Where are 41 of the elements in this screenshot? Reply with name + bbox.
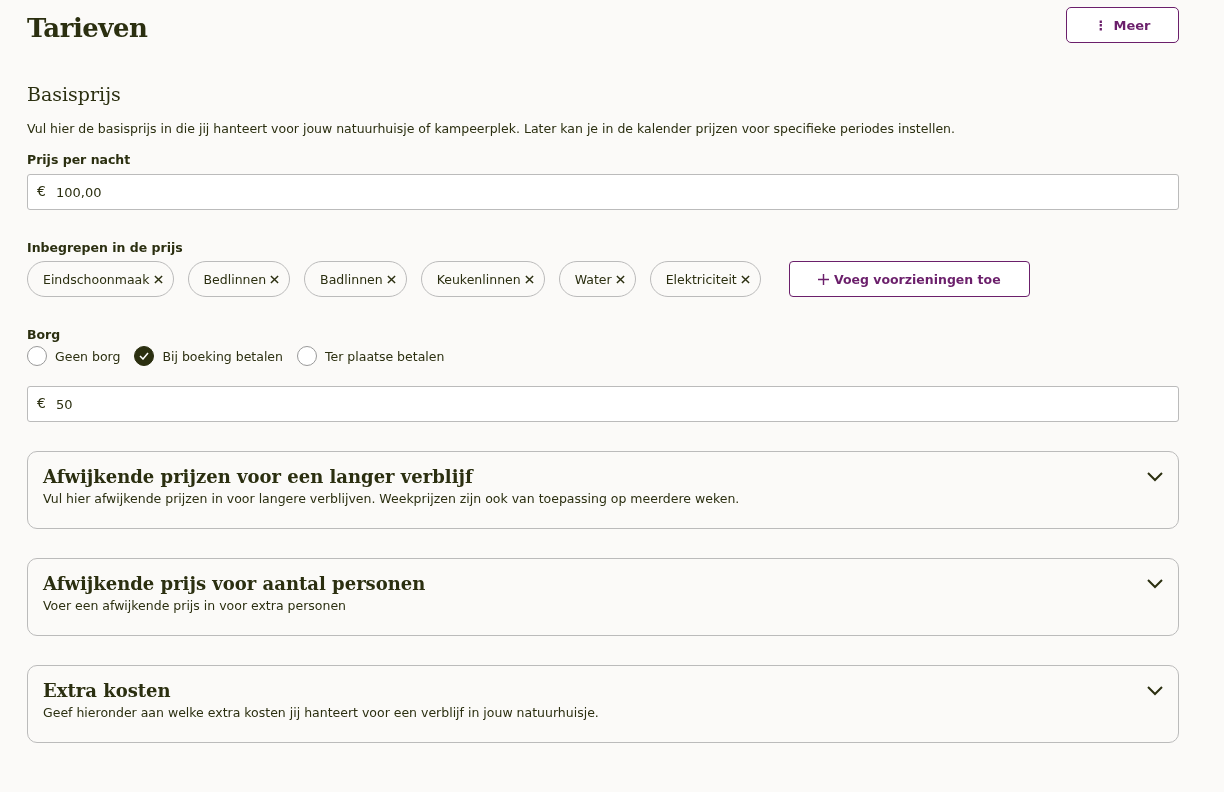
chevron-icon[interactable] xyxy=(1147,472,1163,482)
panel-description: Vul hier afwijkende prijzen in voor langere verblijven. Weekprijzen zijn ook van toepassing op meerdere weken. xyxy=(43,491,740,506)
section-heading: Basisprijs xyxy=(27,83,122,105)
amenity-chip[interactable]: Elektriciteit xyxy=(649,261,761,297)
panel-title: Extra kosten xyxy=(43,680,172,701)
close-icon[interactable] xyxy=(524,274,534,284)
chevron-icon[interactable] xyxy=(1147,579,1163,589)
close-icon[interactable] xyxy=(270,274,280,284)
close-icon[interactable] xyxy=(740,274,750,284)
amenity-chip[interactable]: Keukenlinnen xyxy=(420,261,545,297)
radio-circle[interactable] xyxy=(297,346,317,366)
add-amenities-button[interactable]: Voeg voorzieningen toe xyxy=(788,261,1030,297)
deposit-radio[interactable]: Geen borg xyxy=(27,346,121,366)
close-icon[interactable] xyxy=(615,274,625,284)
panel-description: Geef hieronder aan welke extra kosten jij hanteert voor een verblijf in jouw natuurhuisje. xyxy=(43,705,599,720)
currency-symbol: € xyxy=(37,395,46,411)
panel-title: Afwijkende prijs voor aantal personen xyxy=(43,573,426,594)
chevron-icon[interactable] xyxy=(1147,686,1163,696)
accordion-panel[interactable]: Afwijkende prijzen voor een langer verblijf Vul hier afwijkende prijzen in voor langere verblijven. Weekprijzen zijn ook van toepassing op meerdere weken. xyxy=(27,451,1179,529)
panel-title: Afwijkende prijzen voor een langer verblijf xyxy=(43,466,475,487)
close-icon[interactable] xyxy=(153,274,163,284)
deposit-radio[interactable]: Bij boeking betalen xyxy=(134,346,283,366)
field-label: Borg xyxy=(27,327,62,342)
field-label: Prijs per nacht xyxy=(27,152,132,167)
amenity-chip[interactable]: Water xyxy=(558,261,636,297)
accordion-panel[interactable]: Afwijkende prijs voor aantal personen Voer een afwijkende prijs in voor extra personen xyxy=(27,558,1179,636)
deposit-radio[interactable]: Ter plaatse betalen xyxy=(297,346,445,366)
close-icon[interactable] xyxy=(386,274,396,284)
field-label: Inbegrepen in de prijs xyxy=(27,240,184,255)
amenity-chip[interactable]: Badlinnen xyxy=(304,261,407,297)
page-title: Tarieven xyxy=(27,13,148,43)
panel-description: Voer een afwijkende prijs in voor extra personen xyxy=(43,598,347,613)
plus-icon xyxy=(817,273,829,285)
accordion-panel[interactable]: Extra kosten Geef hieronder aan welke extra kosten jij hanteert voor een verblijf in jouw natuurhuisje. xyxy=(27,665,1179,743)
radio-circle[interactable] xyxy=(27,346,47,366)
amenity-chip[interactable]: Bedlinnen xyxy=(187,261,291,297)
amenity-chip[interactable]: Eindschoonmaak xyxy=(27,261,174,297)
section-description: Vul hier de basisprijs in die jij hanteert voor jouw natuurhuisje of kampeerplek. Later kan je in de kalender prijzen voor specifieke periodes instellen. xyxy=(27,121,956,136)
currency-symbol: € xyxy=(37,183,46,199)
radio-circle[interactable] xyxy=(134,346,155,366)
more-button[interactable]: ⋮ Meer xyxy=(1066,7,1179,43)
